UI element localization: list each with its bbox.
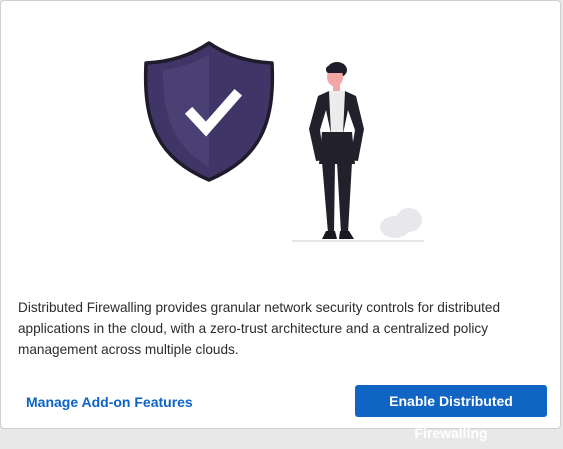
enable-distributed-firewalling-button[interactable]: Enable Distributed Firewalling	[355, 385, 547, 441]
firewall-illustration	[143, 41, 424, 242]
manage-addon-features-button[interactable]: Manage Add-on Features	[17, 386, 202, 418]
shield-check-icon	[143, 41, 275, 182]
feature-dialog: Distributed Firewalling provides granula…	[0, 0, 561, 441]
feature-description: Distributed Firewalling provides granula…	[18, 300, 501, 357]
person-figure	[309, 62, 364, 239]
plant-bush	[380, 208, 422, 238]
